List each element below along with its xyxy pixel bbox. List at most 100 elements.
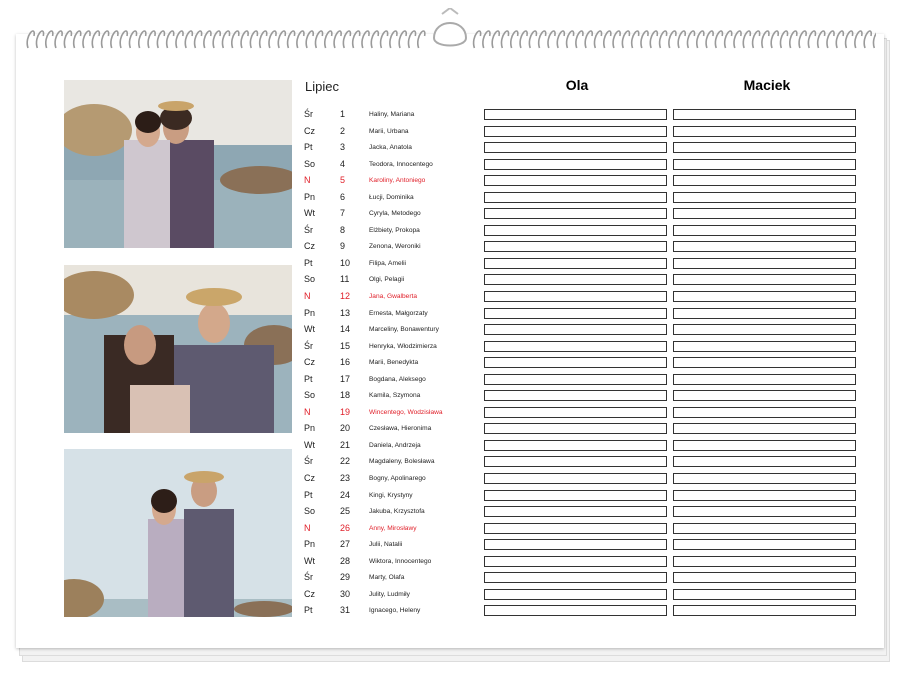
ola-entry-box[interactable]	[484, 588, 667, 600]
name-day: Olgi, Pelagii	[369, 276, 405, 284]
maciek-entry-box[interactable]	[673, 539, 856, 551]
ola-entry-box[interactable]	[484, 473, 667, 485]
ola-entry-box[interactable]	[484, 555, 667, 567]
name-day: Wiktora, Innocentego	[369, 557, 432, 565]
day-row: So 11 Olgi, Pelagii	[304, 272, 864, 289]
day-rows: Śr 1 Haliny, Mariana Cz 2 Marii, Urbana Pt 3 Jac…	[304, 107, 864, 620]
maciek-entry-box[interactable]	[673, 109, 856, 120]
ola-entry-box[interactable]	[484, 125, 667, 137]
day-number: 1	[340, 109, 346, 119]
maciek-entry-box[interactable]	[673, 257, 856, 269]
weekday-label: Śr	[304, 572, 313, 583]
day-row: Cz 23 Bogny, Apolinarego	[304, 471, 864, 488]
weekday-label: Pt	[304, 489, 313, 500]
ola-entry-box[interactable]	[484, 307, 667, 319]
ola-entry-box[interactable]	[484, 142, 667, 154]
maciek-entry-box[interactable]	[673, 605, 856, 617]
maciek-entry-box[interactable]	[673, 340, 856, 352]
maciek-entry-box[interactable]	[673, 241, 856, 253]
name-day: Kamila, Szymona	[369, 392, 421, 400]
maciek-entry-box[interactable]	[673, 291, 856, 303]
day-row: So 4 Teodora, Innocentego	[304, 157, 864, 174]
maciek-entry-box[interactable]	[673, 489, 856, 501]
day-number: 28	[340, 555, 351, 566]
maciek-entry-box[interactable]	[673, 406, 856, 418]
ola-entry-box[interactable]	[484, 175, 667, 187]
ola-entry-box[interactable]	[484, 158, 667, 170]
ola-entry-box[interactable]	[484, 605, 667, 617]
ola-entry-box[interactable]	[484, 489, 667, 501]
weekday-label: Wt	[304, 208, 315, 219]
day-row: Śr 15 Henryka, Włodzimierza	[304, 339, 864, 356]
weekday-label: Śr	[304, 224, 313, 235]
ola-entry-box[interactable]	[484, 340, 667, 352]
ola-entry-box[interactable]	[484, 439, 667, 451]
ola-entry-box[interactable]	[484, 241, 667, 253]
ola-entry-box[interactable]	[484, 506, 667, 518]
maciek-entry-box[interactable]	[673, 439, 856, 451]
ola-entry-box[interactable]	[484, 109, 667, 120]
maciek-entry-box[interactable]	[673, 142, 856, 154]
maciek-entry-box[interactable]	[673, 555, 856, 567]
maciek-entry-box[interactable]	[673, 522, 856, 534]
maciek-entry-box[interactable]	[673, 224, 856, 236]
maciek-entry-box[interactable]	[673, 208, 856, 220]
maciek-entry-box[interactable]	[673, 373, 856, 385]
weekday-label: N	[304, 522, 311, 533]
couple-photo-2	[64, 265, 292, 433]
weekday-label: Wt	[304, 555, 315, 566]
day-row: Pn 6 Łucji, Dominika	[304, 190, 864, 207]
ola-entry-box[interactable]	[484, 257, 667, 269]
ola-entry-box[interactable]	[484, 423, 667, 435]
ola-entry-box[interactable]	[484, 572, 667, 584]
name-day: Haliny, Mariana	[369, 111, 415, 118]
ola-entry-box[interactable]	[484, 274, 667, 286]
day-row: N 12 Jana, Gwalberta	[304, 289, 864, 306]
weekday-label: Cz	[304, 588, 315, 599]
name-day: Kingi, Krystyny	[369, 491, 413, 499]
maciek-entry-box[interactable]	[673, 307, 856, 319]
day-row: Śr 29 Marty, Olafa	[304, 570, 864, 587]
day-number: 2	[340, 125, 346, 136]
day-number: 31	[340, 605, 351, 616]
maciek-entry-box[interactable]	[673, 125, 856, 137]
day-number: 14	[340, 324, 351, 335]
day-row: Pt 17 Bogdana, Aleksego	[304, 372, 864, 389]
ola-entry-box[interactable]	[484, 373, 667, 385]
maciek-entry-box[interactable]	[673, 175, 856, 187]
ola-entry-box[interactable]	[484, 456, 667, 468]
name-day: Jacka, Anatola	[369, 144, 412, 152]
weekday-label: Wt	[304, 324, 315, 335]
maciek-entry-box[interactable]	[673, 390, 856, 402]
maciek-entry-box[interactable]	[673, 324, 856, 336]
name-day: Bogdana, Aleksego	[369, 375, 426, 383]
ola-entry-box[interactable]	[484, 390, 667, 402]
maciek-entry-box[interactable]	[673, 473, 856, 485]
ola-entry-box[interactable]	[484, 357, 667, 369]
maciek-entry-box[interactable]	[673, 423, 856, 435]
day-number: 10	[340, 257, 351, 268]
maciek-entry-box[interactable]	[673, 357, 856, 369]
ola-entry-box[interactable]	[484, 208, 667, 220]
ola-entry-box[interactable]	[484, 324, 667, 336]
ola-entry-box[interactable]	[484, 224, 667, 236]
ola-entry-box[interactable]	[484, 291, 667, 303]
day-number: 12	[340, 291, 351, 302]
day-row: Cz 16 Marii, Benedykta	[304, 355, 864, 372]
ola-entry-box[interactable]	[484, 539, 667, 551]
day-row: So 18 Kamila, Szymona	[304, 388, 864, 405]
maciek-entry-box[interactable]	[673, 158, 856, 170]
weekday-label: So	[304, 390, 316, 401]
maciek-entry-box[interactable]	[673, 506, 856, 518]
maciek-entry-box[interactable]	[673, 572, 856, 584]
day-number: 25	[340, 506, 351, 517]
maciek-entry-box[interactable]	[673, 456, 856, 468]
maciek-entry-box[interactable]	[673, 191, 856, 203]
ola-entry-box[interactable]	[484, 191, 667, 203]
maciek-entry-box[interactable]	[673, 588, 856, 600]
weekday-label: So	[304, 506, 316, 517]
ola-entry-box[interactable]	[484, 522, 667, 534]
maciek-entry-box[interactable]	[673, 274, 856, 286]
hanger-hook	[432, 8, 468, 47]
ola-entry-box[interactable]	[484, 406, 667, 418]
